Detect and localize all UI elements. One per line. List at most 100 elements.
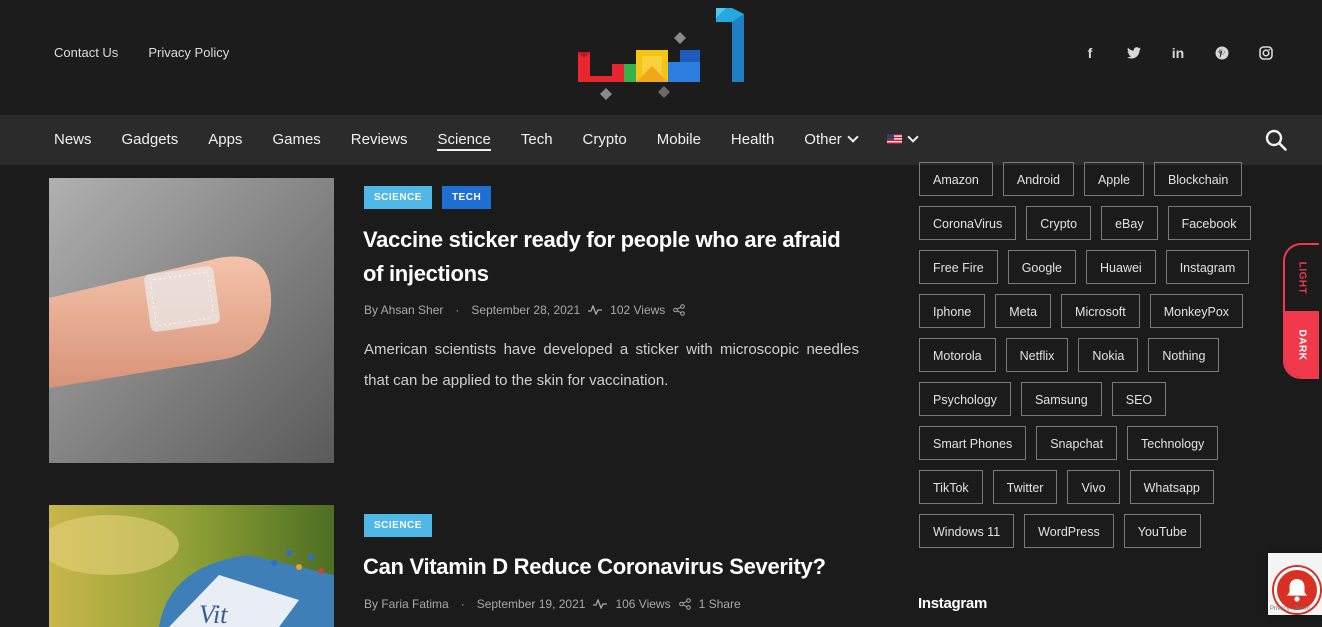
tag-link[interactable]: Free Fire xyxy=(919,250,998,284)
linkedin-icon[interactable]: in xyxy=(1168,44,1188,62)
contact-us-link[interactable]: Contact Us xyxy=(54,45,118,60)
article-meta: By Ahsan Sher · September 28, 2021 102 V… xyxy=(364,303,686,317)
article-views: 106 Views xyxy=(615,597,671,611)
recaptcha-terms[interactable]: Privacy - Terms xyxy=(1270,606,1311,612)
tag-link[interactable]: Huawei xyxy=(1086,250,1156,284)
meta-separator: · xyxy=(460,597,465,611)
tag-link[interactable]: Facebook xyxy=(1167,206,1251,240)
nav-apps[interactable]: Apps xyxy=(208,115,242,165)
activity-icon xyxy=(593,599,608,609)
tag-link[interactable]: Vivo xyxy=(1067,470,1120,504)
tag-link[interactable]: WordPress xyxy=(1024,514,1114,548)
light-mode-option[interactable]: LIGHT xyxy=(1285,245,1319,311)
tag-link[interactable]: Nokia xyxy=(1078,338,1139,372)
tag-link[interactable]: Android xyxy=(1002,162,1074,196)
tag-link[interactable]: Samsung xyxy=(1020,382,1102,416)
chevron-down-icon xyxy=(847,131,859,143)
tag-link[interactable]: Whatsapp xyxy=(1129,470,1214,504)
article-author[interactable]: By Faria Fatima xyxy=(364,597,449,611)
tag-row: TikTok Twitter Vivo Whatsapp xyxy=(919,470,1269,504)
tag-row: CoronaVirus Crypto eBay Facebook xyxy=(919,206,1269,240)
tag-link[interactable]: Psychology xyxy=(919,382,1011,416)
article-categories: SCIENCE xyxy=(364,514,432,537)
nav-other-label: Other xyxy=(804,131,842,148)
tag-link[interactable]: Amazon xyxy=(919,162,993,196)
nav-other[interactable]: Other xyxy=(804,115,859,165)
tag-link[interactable]: Netflix xyxy=(1005,338,1069,372)
article-views: 102 Views xyxy=(610,303,666,317)
tag-link[interactable]: Motorola xyxy=(919,338,996,372)
tag-link[interactable]: Google xyxy=(1007,250,1077,284)
language-switcher[interactable] xyxy=(886,115,919,165)
tag-link[interactable]: Snapchat xyxy=(1036,426,1118,460)
tag-link[interactable]: Meta xyxy=(995,294,1052,328)
tag-row: Free Fire Google Huawei Instagram xyxy=(919,250,1269,284)
tag-link[interactable]: Iphone xyxy=(919,294,986,328)
pinterest-icon[interactable] xyxy=(1212,44,1232,62)
tag-cloud: Amazon Android Apple Blockchain CoronaVi… xyxy=(919,162,1269,558)
nav-news[interactable]: News xyxy=(54,115,92,165)
tag-link[interactable]: eBay xyxy=(1101,206,1158,240)
article-title[interactable]: Can Vitamin D Reduce Coronavirus Severit… xyxy=(363,550,863,584)
tag-link[interactable]: Microsoft xyxy=(1061,294,1140,328)
tag-link[interactable]: TikTok xyxy=(919,470,983,504)
search-icon[interactable] xyxy=(1264,128,1288,152)
meta-separator: · xyxy=(455,303,460,317)
dark-mode-label: DARK xyxy=(1296,329,1308,361)
tag-row: Amazon Android Apple Blockchain xyxy=(919,162,1269,196)
tag-link[interactable]: Technology xyxy=(1127,426,1219,460)
dark-mode-option[interactable]: DARK xyxy=(1285,311,1319,377)
article-thumbnail[interactable]: Vit xyxy=(49,505,334,627)
tag-link[interactable]: MonkeyPox xyxy=(1149,294,1244,328)
tag-row: Windows 11 WordPress YouTube xyxy=(919,514,1269,548)
category-badge-science[interactable]: SCIENCE xyxy=(364,186,432,209)
article-thumbnail[interactable] xyxy=(49,178,334,463)
us-flag-icon xyxy=(886,134,902,145)
recaptcha-badge[interactable]: Privacy - Terms xyxy=(1268,553,1322,615)
tag-row: Iphone Meta Microsoft MonkeyPox xyxy=(919,294,1269,328)
share-icon[interactable] xyxy=(673,304,686,316)
article-title[interactable]: Vaccine sticker ready for people who are… xyxy=(363,223,863,291)
theme-toggle[interactable]: LIGHT DARK xyxy=(1283,243,1319,379)
tag-link[interactable]: Instagram xyxy=(1165,250,1250,284)
nav-health[interactable]: Health xyxy=(731,115,774,165)
article-date: September 28, 2021 xyxy=(471,303,581,317)
instagram-icon[interactable] xyxy=(1256,44,1276,62)
tag-link[interactable]: Apple xyxy=(1083,162,1144,196)
privacy-policy-link[interactable]: Privacy Policy xyxy=(148,45,229,60)
nav-tech[interactable]: Tech xyxy=(521,115,553,165)
twitter-icon[interactable] xyxy=(1124,44,1144,62)
article-date: September 19, 2021 xyxy=(476,597,586,611)
tag-row: Smart Phones Snapchat Technology xyxy=(919,426,1269,460)
article-meta: By Faria Fatima · September 19, 2021 106… xyxy=(364,597,741,611)
article-author[interactable]: By Ahsan Sher xyxy=(364,303,443,317)
tag-link[interactable]: Blockchain xyxy=(1153,162,1243,196)
tag-link[interactable]: Crypto xyxy=(1026,206,1092,240)
light-mode-label: LIGHT xyxy=(1296,261,1308,295)
facebook-icon[interactable]: f xyxy=(1080,44,1100,62)
tag-link[interactable]: SEO xyxy=(1111,382,1167,416)
top-bar: Contact Us Privacy Policy f in xyxy=(0,0,1322,115)
tag-link[interactable]: YouTube xyxy=(1123,514,1201,548)
tag-link[interactable]: CoronaVirus xyxy=(919,206,1017,240)
nav-gadgets[interactable]: Gadgets xyxy=(122,115,179,165)
tag-link[interactable]: Nothing xyxy=(1148,338,1220,372)
article-shares: 1 Share xyxy=(698,597,741,611)
bell-icon xyxy=(1287,579,1307,602)
site-logo[interactable] xyxy=(576,4,752,106)
tag-link[interactable]: Smart Phones xyxy=(919,426,1027,460)
tag-link[interactable]: Windows 11 xyxy=(919,514,1015,548)
nav-reviews[interactable]: Reviews xyxy=(351,115,408,165)
tag-link[interactable]: Twitter xyxy=(992,470,1058,504)
category-badge-science[interactable]: SCIENCE xyxy=(364,514,432,537)
nav-science[interactable]: Science xyxy=(437,115,492,165)
nav-crypto[interactable]: Crypto xyxy=(583,115,627,165)
nav-mobile[interactable]: Mobile xyxy=(657,115,701,165)
article-excerpt: American scientists have developed a sti… xyxy=(364,341,859,389)
top-links: Contact Us Privacy Policy xyxy=(54,45,229,60)
share-icon[interactable] xyxy=(678,598,691,610)
nav-games[interactable]: Games xyxy=(272,115,320,165)
main-nav: News Gadgets Apps Games Reviews Science … xyxy=(0,115,1322,165)
category-badge-tech[interactable]: TECH xyxy=(441,186,492,209)
chevron-down-icon xyxy=(907,131,919,143)
